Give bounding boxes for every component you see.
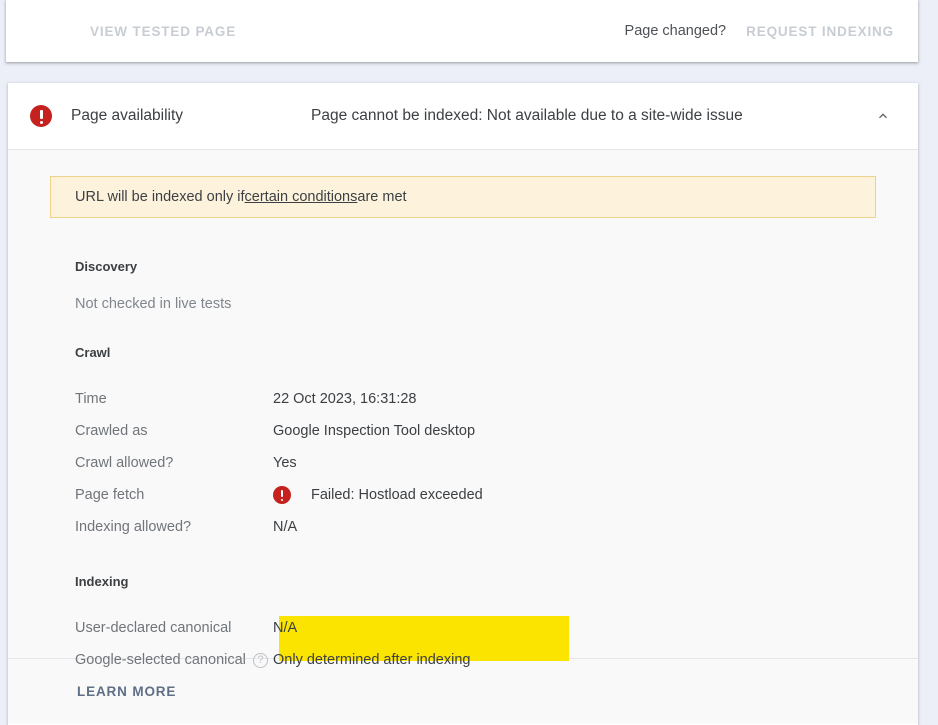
notice-text-after: are met <box>357 189 406 205</box>
indexing-conditions-notice: URL will be indexed only if certain cond… <box>50 176 876 218</box>
row-label-time: Time <box>8 391 273 407</box>
row-label-google-selected-canonical: Google-selected canonical <box>75 652 246 668</box>
section-title-crawl: Crawl <box>8 345 918 360</box>
page-title: Page availability <box>71 107 311 125</box>
notice-text-before: URL will be indexed only if <box>75 189 245 205</box>
chevron-up-icon[interactable] <box>872 105 894 127</box>
page-root: VIEW TESTED PAGE Page changed? REQUEST I… <box>0 0 938 725</box>
learn-more-button[interactable]: LEARN MORE <box>75 680 178 703</box>
table-row: Crawled as Google Inspection Tool deskto… <box>8 415 918 447</box>
row-label-page-fetch: Page fetch <box>8 487 273 503</box>
row-value-page-fetch: Failed: Hostload exceeded <box>311 487 483 503</box>
help-circle-icon[interactable]: ? <box>253 653 268 668</box>
row-value-crawled-as: Google Inspection Tool desktop <box>273 423 918 439</box>
row-label-indexing-allowed: Indexing allowed? <box>8 519 273 535</box>
request-indexing-button[interactable]: REQUEST INDEXING <box>744 18 896 45</box>
row-value-user-declared-canonical: N/A <box>273 620 918 636</box>
error-circle-icon <box>273 486 291 504</box>
page-availability-card: Page availability Page cannot be indexed… <box>8 83 918 725</box>
card-header[interactable]: Page availability Page cannot be indexed… <box>8 83 918 150</box>
row-value-google-selected-canonical: Only determined after indexing <box>273 652 918 668</box>
section-title-indexing: Indexing <box>8 574 918 589</box>
row-value-indexing-allowed: N/A <box>273 519 918 535</box>
certain-conditions-link[interactable]: certain conditions <box>245 189 358 205</box>
page-changed-label: Page changed? <box>625 23 727 39</box>
error-circle-icon <box>30 105 52 127</box>
view-tested-page-button[interactable]: VIEW TESTED PAGE <box>88 18 238 45</box>
table-row: Indexing allowed? N/A <box>8 511 918 543</box>
discovery-note: Not checked in live tests <box>8 296 918 312</box>
card-body: URL will be indexed only if certain cond… <box>8 150 918 658</box>
row-label-crawled-as: Crawled as <box>8 423 273 439</box>
row-label-google-selected-canonical-wrapper: Google-selected canonical ? <box>8 652 273 668</box>
page-status-detail: Page cannot be indexed: Not available du… <box>311 107 872 125</box>
action-bar: VIEW TESTED PAGE Page changed? REQUEST I… <box>6 0 918 62</box>
row-label-crawl-allowed: Crawl allowed? <box>8 455 273 471</box>
row-value-page-fetch-wrapper: Failed: Hostload exceeded <box>273 486 918 504</box>
row-value-crawl-allowed: Yes <box>273 455 918 471</box>
row-label-user-declared-canonical: User-declared canonical <box>8 620 273 636</box>
row-value-time: 22 Oct 2023, 16:31:28 <box>273 391 918 407</box>
table-row: Crawl allowed? Yes <box>8 447 918 479</box>
section-title-discovery: Discovery <box>8 259 918 274</box>
table-row: Page fetch Failed: Hostload exceeded <box>8 479 918 511</box>
table-row: Time 22 Oct 2023, 16:31:28 <box>8 383 918 415</box>
